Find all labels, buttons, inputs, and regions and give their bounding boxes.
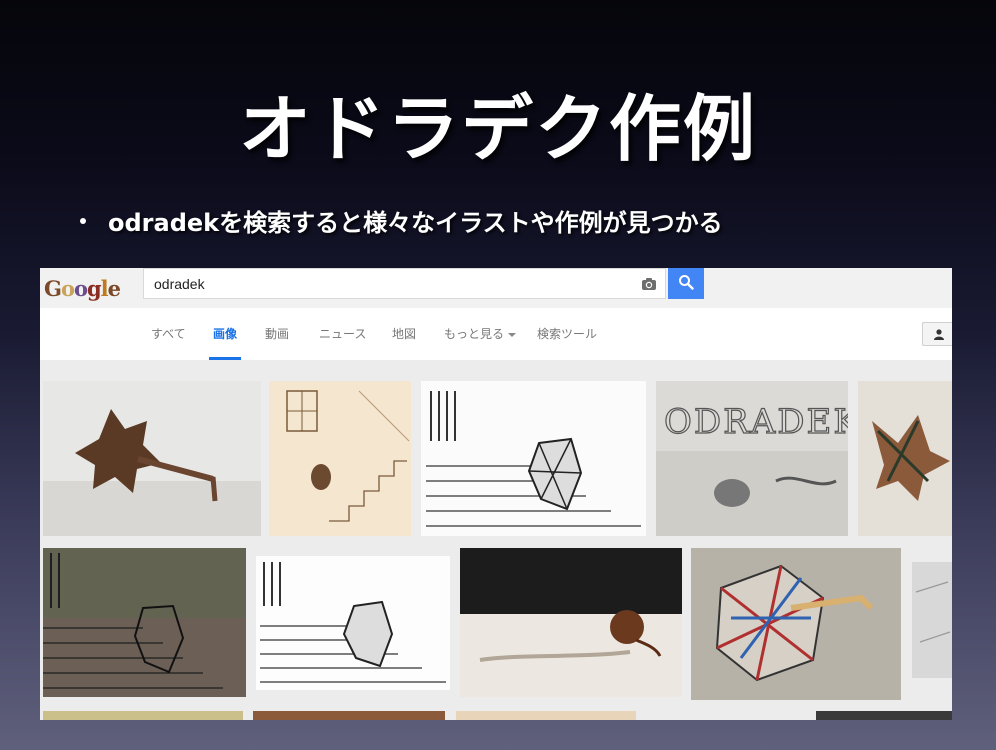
tab-search-tools[interactable]: 検索ツール	[537, 308, 597, 360]
search-icon	[678, 274, 694, 294]
tab-videos[interactable]: 動画	[265, 308, 289, 360]
image-result-stairs-drawing-2[interactable]	[256, 556, 450, 690]
image-result-colorful-sculpture[interactable]	[691, 548, 901, 700]
image-result-row3-3[interactable]	[456, 711, 636, 720]
account-button[interactable]	[922, 322, 952, 346]
image-results-grid: ODRADEK	[40, 361, 952, 720]
image-result-odradek-lettering[interactable]: ODRADEK	[656, 381, 848, 536]
odradek-sketch-text: ODRADEK	[664, 402, 848, 442]
bullet-dot	[80, 217, 86, 224]
tab-more[interactable]: もっと見る	[444, 308, 517, 360]
search-header: G o o g l e	[40, 268, 952, 309]
bullet-text: odradekを検索すると様々なイラストや作例が見つかる	[108, 209, 723, 237]
slide-title: オドラデク作例	[238, 87, 757, 171]
tab-images[interactable]: 画像	[208, 308, 242, 360]
google-doodle-logo[interactable]: G o o g l e	[44, 273, 121, 303]
image-result-wheel-on-floor[interactable]	[460, 548, 682, 697]
tab-maps[interactable]: 地図	[392, 308, 416, 360]
image-result-wooden-sculpture[interactable]	[858, 381, 952, 536]
bullet-point: odradekを検索すると様々なイラストや作例が見つかる	[80, 203, 723, 238]
tab-all[interactable]: すべて	[151, 308, 186, 360]
search-input[interactable]	[152, 272, 626, 296]
search-button[interactable]	[668, 268, 704, 299]
image-result-stairs-drawing[interactable]	[421, 381, 646, 536]
image-result-partial[interactable]	[912, 562, 952, 678]
image-result-rusty-star-sculpture[interactable]	[43, 381, 261, 536]
image-result-row3-2[interactable]	[253, 711, 445, 720]
camera-icon[interactable]	[641, 276, 657, 292]
search-tabs: すべて 画像 動画 ニュース 地図 もっと見る 検索ツール	[40, 308, 952, 361]
user-icon	[933, 325, 945, 344]
image-result-row3-1[interactable]	[43, 711, 243, 720]
image-result-row3-4[interactable]	[816, 711, 952, 720]
search-box	[143, 268, 666, 299]
tab-news[interactable]: ニュース	[319, 308, 366, 360]
google-screenshot: G o o g l e すべて 画像 動画 ニュース 地図 もっと見る 検索ツー…	[40, 268, 952, 720]
chevron-down-icon	[508, 332, 517, 337]
image-result-tinted-stairs[interactable]	[43, 548, 246, 697]
image-result-stairs-sketch[interactable]	[269, 381, 411, 536]
